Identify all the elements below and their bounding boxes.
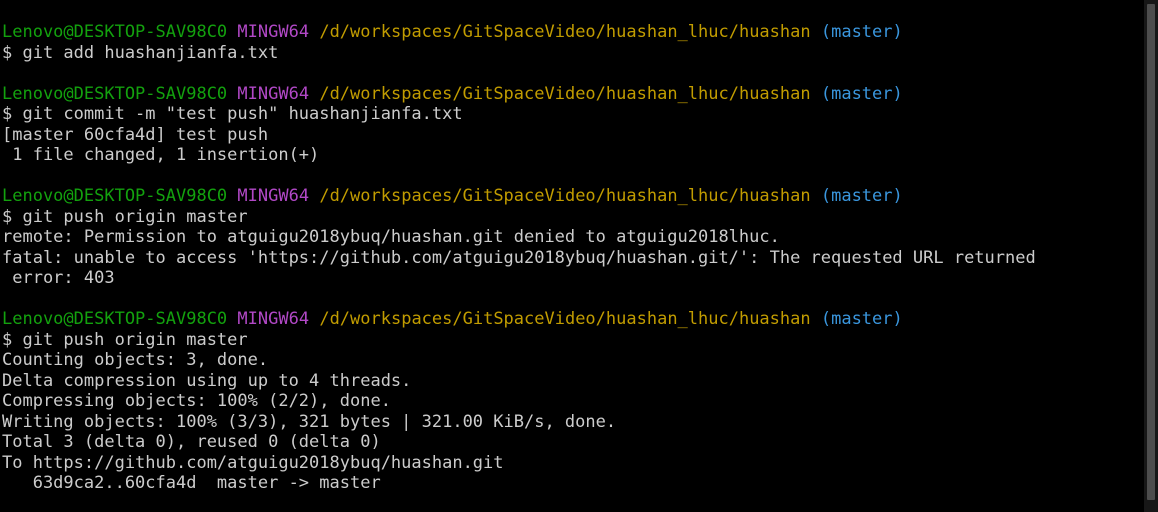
prompt-user-host: Lenovo@DESKTOP-SAV98C0 <box>2 83 228 104</box>
output-line: Delta compression using up to 4 threads. <box>2 370 412 391</box>
prompt-system: MINGW64 <box>237 186 310 206</box>
prompt-user-host: Lenovo@DESKTOP-SAV98C0 <box>2 186 228 206</box>
terminal-window[interactable]: Lenovo@DESKTOP-SAV98C0 MINGW64 /d/worksp… <box>0 0 1158 512</box>
prompt-line: Lenovo@DESKTOP-SAV98C0 MINGW64 /d/worksp… <box>2 186 1158 207</box>
prompt-user-host: Lenovo@DESKTOP-SAV98C0 <box>2 22 228 42</box>
prompt-path: /d/workspaces/GitSpaceVideo/huashan_lhuc… <box>319 309 811 329</box>
prompt-path: /d/workspaces/GitSpaceVideo/huashan_lhuc… <box>319 186 811 206</box>
prompt-branch: (master) <box>820 22 903 42</box>
output-line: To https://github.com/atguigu2018ybuq/hu… <box>2 452 504 473</box>
prompt-branch: (master) <box>820 186 903 206</box>
prompt-line: Lenovo@DESKTOP-SAV98C0 MINGW64 /d/worksp… <box>2 22 1158 43</box>
prompt-path: /d/workspaces/GitSpaceVideo/huashan_lhuc… <box>319 83 811 104</box>
output-line: Counting objects: 3, done. <box>2 350 269 370</box>
scrollbar-thumb[interactable] <box>1147 4 1155 500</box>
output-line: fatal: unable to access 'https://github.… <box>2 247 1036 268</box>
prompt-line: Lenovo@DESKTOP-SAV98C0 MINGW64 /d/worksp… <box>2 309 1158 330</box>
output-line: Writing objects: 100% (3/3), 321 bytes |… <box>2 411 617 432</box>
prompt-system: MINGW64 <box>237 22 310 42</box>
prompt-system: MINGW64 <box>237 83 310 104</box>
output-line: Compressing objects: 100% (2/2), done. <box>2 391 391 411</box>
vertical-scrollbar[interactable] <box>1144 0 1158 512</box>
output-line: 63d9ca2..60cfa4d master -> master <box>2 473 381 493</box>
prompt-system: MINGW64 <box>237 309 310 329</box>
command-line: $ git push origin master <box>2 206 248 227</box>
output-line: 1 file changed, 1 insertion(+) <box>2 145 320 165</box>
prompt-branch: (master) <box>820 309 903 329</box>
command-line: $ git push origin master <box>2 329 248 350</box>
prompt-line: Lenovo@DESKTOP-SAV98C0 MINGW64 /d/worksp… <box>2 84 1158 105</box>
prompt-branch: (master) <box>820 83 903 104</box>
prompt-user-host: Lenovo@DESKTOP-SAV98C0 <box>2 309 228 329</box>
command-line: $ git commit -m "test push" huashanjianf… <box>2 104 463 124</box>
output-line: remote: Permission to atguigu2018ybuq/hu… <box>2 227 780 247</box>
output-line: [master 60cfa4d] test push <box>2 124 269 145</box>
command-line: $ git add huashanjianfa.txt <box>2 42 279 63</box>
prompt-path: /d/workspaces/GitSpaceVideo/huashan_lhuc… <box>319 22 811 42</box>
output-line: error: 403 <box>2 268 115 288</box>
output-line: Total 3 (delta 0), reused 0 (delta 0) <box>2 432 381 452</box>
